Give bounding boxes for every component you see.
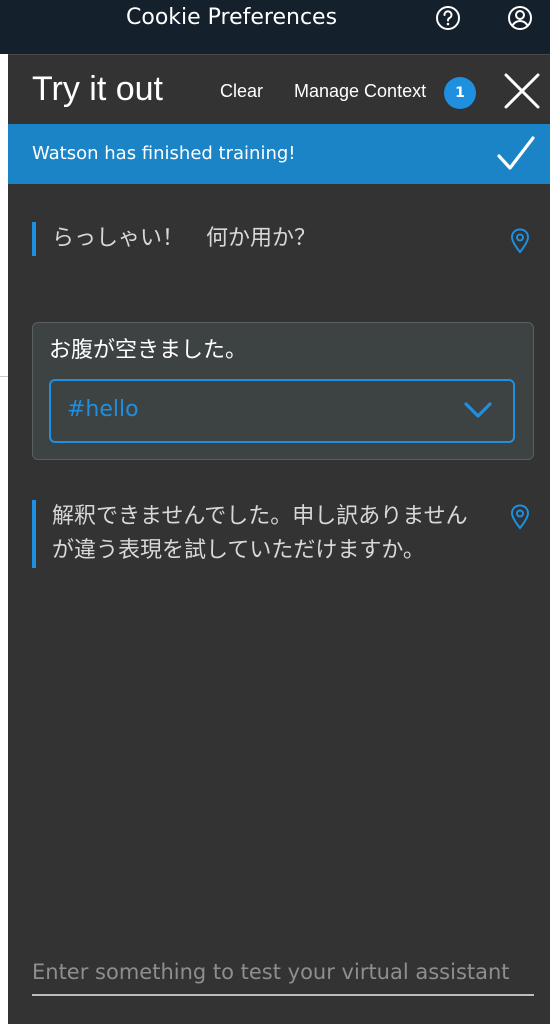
training-status-message: Watson has finished training! <box>32 143 296 164</box>
chevron-down-icon[interactable] <box>463 397 493 423</box>
background-page-edge <box>0 54 8 1024</box>
user-message-card: お腹が空きました。 #hello <box>32 322 534 460</box>
divider <box>0 376 8 377</box>
bot-reply-text: 解釈できませんでした。申し訳ありませんが違う表現を試していただけますか。 <box>52 504 468 563</box>
intent-dropdown-value: #hello <box>67 397 139 422</box>
checkmark-icon <box>496 134 536 174</box>
close-icon[interactable] <box>504 73 540 109</box>
bot-reply-message: 解釈できませんでした。申し訳ありませんが違う表現を試していただけますか。 <box>32 500 480 568</box>
training-status-banner: Watson has finished training! <box>8 124 550 184</box>
manage-context-button[interactable]: Manage Context <box>294 79 426 103</box>
cookie-preferences-link[interactable]: Cookie Preferences <box>126 4 337 32</box>
panel-title: Try it out <box>32 70 163 108</box>
try-it-out-panel: Try it out Clear Manage Context 1 Watson… <box>8 54 550 1024</box>
help-circle-icon[interactable] <box>434 4 462 32</box>
top-bar: Cookie Preferences <box>0 0 550 54</box>
intent-dropdown[interactable]: #hello <box>49 379 515 443</box>
user-avatar-icon[interactable] <box>506 4 534 32</box>
user-message-text: お腹が空きました。 <box>49 338 248 363</box>
message-input-container <box>32 954 534 996</box>
panel-header: Try it out Clear Manage Context 1 <box>8 54 550 125</box>
location-pin-icon[interactable] <box>510 228 530 254</box>
context-count-badge[interactable]: 1 <box>444 77 476 109</box>
bot-greeting-message: らっしゃい！ 何か用か？ <box>32 222 532 256</box>
clear-button[interactable]: Clear <box>220 79 263 103</box>
message-input[interactable] <box>32 954 534 990</box>
location-pin-icon[interactable] <box>510 504 530 530</box>
bot-greeting-text: らっしゃい！ 何か用か？ <box>52 226 317 251</box>
